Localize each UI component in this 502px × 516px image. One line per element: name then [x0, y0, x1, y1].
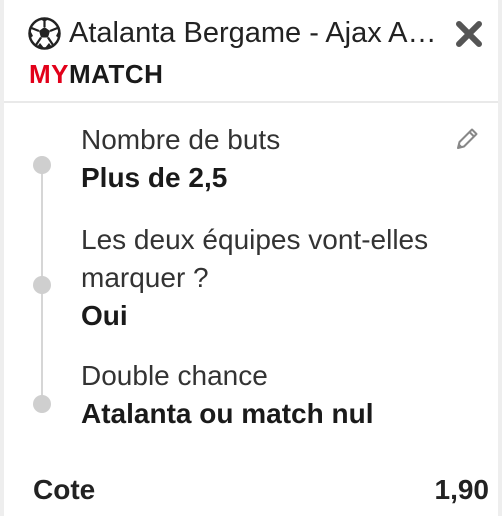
bet-slip-header: Atalanta Bergame - Ajax Amsterdam MYMATC… [4, 0, 498, 103]
timeline-dot [33, 276, 51, 294]
bet-slip-card: Atalanta Bergame - Ajax Amsterdam MYMATC… [0, 0, 502, 516]
selection-market: Double chance [81, 360, 268, 391]
odds-row: Cote 1,90 [33, 470, 489, 514]
selection-choice: Atalanta ou match nul [81, 398, 374, 429]
selection-market: Les deux équipes vont-elles marquer ? [81, 224, 429, 293]
odds-label: Cote [33, 474, 96, 505]
timeline-dot [33, 156, 51, 174]
selection-item: Nombre de buts Plus de 2,5 [81, 121, 481, 197]
soccer-ball-icon [28, 17, 61, 50]
brand-suffix: MATCH [69, 59, 164, 89]
timeline-dot [33, 395, 51, 413]
match-title: Atalanta Bergame - Ajax Amsterdam [69, 17, 447, 49]
odds-value: 1,90 [434, 474, 490, 505]
selection-choice: Oui [81, 300, 128, 331]
selection-item: Double chance Atalanta ou match nul [81, 357, 481, 433]
selection-choice: Plus de 2,5 [81, 162, 228, 193]
brand-prefix: MY [29, 59, 69, 89]
close-icon[interactable] [453, 18, 485, 50]
mymatch-logo: MYMATCH [29, 59, 163, 89]
selection-market: Nombre de buts [81, 124, 281, 155]
selection-item: Les deux équipes vont-elles marquer ? Ou… [81, 221, 461, 335]
